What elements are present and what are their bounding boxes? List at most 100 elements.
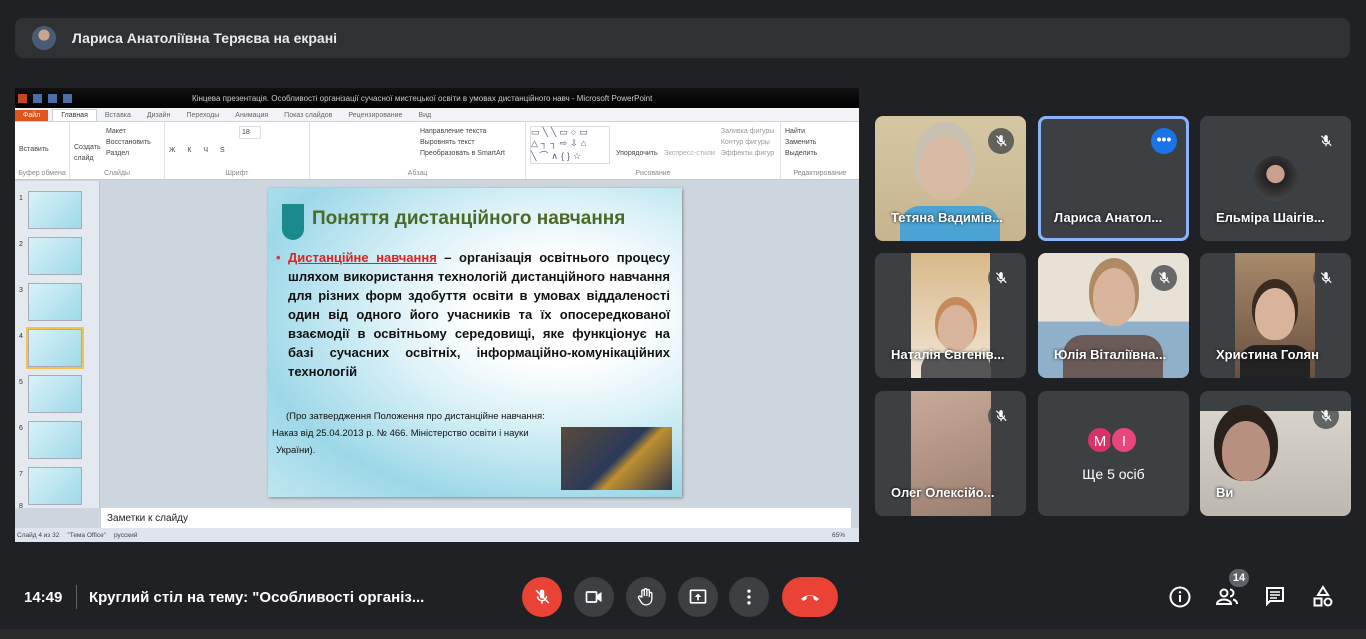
presenting-banner: Лариса Анатоліївна Теряєва на екрані [15, 18, 1350, 58]
participant-tile[interactable]: Юлія Віталіївна... [1038, 253, 1189, 378]
font-format-buttons[interactable]: Ж К Ч S [169, 145, 305, 156]
participant-name: Ельміра Шаігів... [1216, 210, 1325, 225]
group-paragraph: Направление текста Выровнять текст Преоб… [310, 122, 526, 179]
tab-home[interactable]: Главная [52, 109, 97, 121]
participant-tile[interactable]: Христина Голян [1200, 253, 1351, 378]
slide-thumbnail[interactable] [28, 467, 82, 505]
group-label: Абзац [407, 170, 428, 177]
quick-access-toolbar [18, 93, 72, 103]
slide-thumbnails-pane[interactable]: 1 2 3 4 5 6 7 8 [15, 181, 100, 510]
group-label: Буфер обмена [18, 170, 66, 177]
participant-tile[interactable]: Тетяна Вадимів... [875, 116, 1026, 241]
leave-call-button[interactable] [782, 577, 838, 617]
participant-tile[interactable]: Наталія Євгенів... [875, 253, 1026, 378]
slide-definition: – організація освітнього процесу шляхом … [288, 250, 670, 379]
raise-hand-button[interactable] [626, 577, 666, 617]
slide-thumbnail[interactable] [28, 421, 82, 459]
hang-up-icon [801, 595, 819, 601]
tab-review[interactable]: Рецензирование [340, 110, 410, 121]
group-label: Редактирование [793, 170, 847, 177]
slide-body: • Дистанційне навчання – організація осві… [276, 250, 670, 379]
replace-button[interactable]: Заменить [785, 137, 855, 148]
layout-button[interactable]: Макет [106, 126, 151, 137]
more-participants-tile[interactable]: M I Ще 5 осіб [1038, 391, 1189, 516]
group-slides: Создать слайд Макет Восстановить Раздел Сл… [70, 122, 165, 179]
thumb-number: 8 [19, 503, 23, 510]
participant-name: Наталія Євгенів... [891, 347, 1005, 362]
shapes-gallery[interactable]: ▭╲╲▭○▭ △┐┐⇨⇩⌂ ╲⌒∧{}☆ [530, 126, 610, 164]
self-tile[interactable]: Ви [1200, 391, 1351, 516]
group-clipboard: Вставить Буфер обмена [15, 122, 70, 179]
group-label: Шрифт [225, 170, 249, 177]
camera-toggle-button[interactable] [574, 577, 614, 617]
tab-animations[interactable]: Анимация [227, 110, 276, 121]
participant-tile[interactable]: Олег Олексійо... [875, 391, 1026, 516]
tab-transitions[interactable]: Переходы [178, 110, 227, 121]
thumb-number: 4 [19, 333, 23, 340]
more-options-button[interactable] [729, 577, 769, 617]
slide-thumbnail[interactable] [28, 237, 82, 275]
paste-button[interactable]: Вставить [19, 144, 65, 155]
presenter-avatar [32, 26, 56, 50]
meeting-title: Круглий стіл на тему: "Особливості орган… [89, 589, 425, 606]
slide-canvas[interactable]: Поняття дистанційного навчання • Дистанці… [268, 188, 682, 497]
hand-icon [637, 588, 653, 606]
more-vert-icon [747, 589, 751, 605]
participant-tile-speaking[interactable]: ••• Лариса Анатол... [1038, 116, 1189, 241]
present-screen-button[interactable] [678, 577, 718, 617]
section-button[interactable]: Раздел [106, 148, 151, 159]
align-text-button[interactable]: Выровнять текст [420, 137, 521, 148]
text-direction-button[interactable]: Направление текста [420, 126, 521, 137]
slide-thumbnail[interactable] [28, 283, 82, 321]
language: русский [114, 531, 138, 539]
slide-reference: (Про затвердження Положення про дистанці… [272, 408, 545, 459]
chat-button[interactable] [1263, 585, 1287, 609]
tab-file[interactable]: Файл [15, 110, 49, 121]
participant-tile[interactable]: Ельміра Шаігів... [1200, 116, 1351, 241]
save-icon [33, 93, 42, 103]
tab-slideshow[interactable]: Показ слайдов [276, 110, 340, 121]
shared-screen-powerpoint: Кінцева презентація. Особливості організ… [15, 88, 859, 542]
window-title: Кінцева презентація. Особливості організ… [192, 93, 653, 103]
thumb-number: 2 [19, 241, 23, 248]
tab-insert[interactable]: Вставка [97, 110, 139, 121]
group-drawing: ▭╲╲▭○▭ △┐┐⇨⇩⌂ ╲⌒∧{}☆ Упорядочить Экспрес… [526, 122, 781, 179]
shape-fill-button[interactable]: Заливка фигуры [721, 126, 774, 137]
slide-thumbnail[interactable] [28, 375, 82, 413]
participant-avatar [1253, 156, 1298, 201]
shape-outline-button[interactable]: Контур фигуры [721, 137, 774, 148]
microphone-toggle-button[interactable] [522, 577, 562, 617]
meeting-details-button[interactable] [1168, 585, 1192, 609]
group-label: Слайды [103, 170, 131, 177]
participants-button[interactable] [1215, 585, 1239, 609]
tab-design[interactable]: Дизайн [139, 110, 179, 121]
notes-field[interactable]: Заметки к слайду [101, 508, 851, 528]
tab-view[interactable]: Вид [410, 110, 439, 121]
participant-name: Олег Олексійо... [891, 485, 995, 500]
slide-title: Поняття дистанційного навчання [312, 208, 626, 229]
people-icon [1215, 588, 1238, 605]
redo-icon [63, 93, 72, 103]
taskbar-edge [0, 629, 1366, 639]
smartart-button[interactable]: Преобразовать в SmartArt [420, 148, 521, 159]
font-size-select[interactable]: 18 [239, 126, 261, 139]
info-icon [1169, 586, 1191, 608]
zoom-level[interactable]: 65% [832, 532, 845, 539]
slide-thumbnail-selected[interactable] [26, 327, 84, 369]
participant-count-badge: 14 [1229, 569, 1249, 587]
more-options-button[interactable]: ••• [1151, 128, 1177, 154]
participant-name: Христина Голян [1216, 347, 1319, 362]
presenting-text: Лариса Анатоліївна Теряєва на екрані [72, 30, 338, 46]
find-button[interactable]: Найти [785, 126, 855, 137]
reset-button[interactable]: Восстановить [106, 137, 151, 148]
clock: 14:49 [24, 589, 63, 606]
activities-button[interactable] [1311, 585, 1335, 609]
slide-thumbnail[interactable] [28, 191, 82, 229]
shape-effects-button[interactable]: Эффекты фигур [721, 148, 774, 159]
select-button[interactable]: Выделить [785, 148, 855, 159]
participant-name: Лариса Анатол... [1054, 210, 1163, 225]
ppt-status-bar: Слайд 4 из 32 "Тема Office" русский 65% [15, 528, 859, 542]
participant-name: Ви [1216, 485, 1234, 500]
emblem-logo [282, 204, 304, 240]
ribbon: Вставить Буфер обмена Создать слайд Маке… [15, 122, 859, 180]
